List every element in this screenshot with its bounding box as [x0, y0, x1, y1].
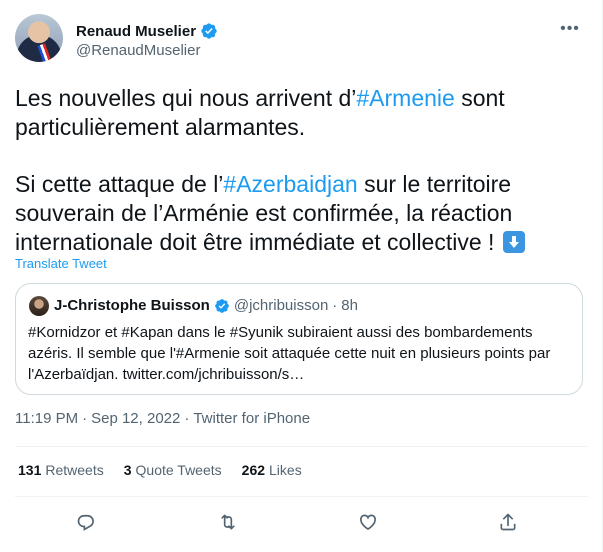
like-button[interactable]: [354, 508, 382, 536]
quoted-separator: ·: [332, 297, 338, 314]
more-options-icon[interactable]: •••: [559, 20, 581, 40]
quoted-timestamp: 8h: [341, 297, 358, 314]
tweet-source-link[interactable]: Twitter for iPhone: [193, 410, 310, 427]
share-icon: [500, 513, 516, 531]
tweet-date[interactable]: Sep 12, 2022: [91, 410, 180, 427]
engagement-stats: 131 Retweets 3 Quote Tweets 262 Likes: [18, 462, 302, 478]
meta-separator: ·: [184, 410, 190, 427]
divider: [15, 446, 588, 447]
retweet-icon: [221, 514, 235, 530]
quote-tweets-stat[interactable]: 3 Quote Tweets: [124, 462, 222, 478]
like-icon: [360, 514, 376, 531]
quoted-author-name: J-Christophe Buisson: [54, 297, 210, 314]
hashtag-link[interactable]: #Azerbaidjan: [223, 171, 357, 197]
verified-badge-icon: [215, 298, 229, 313]
quoted-header: J-Christophe Buisson @jchribuisson · 8h: [54, 297, 358, 314]
tweet-detail: Renaud Muselier @RenaudMuselier ••• Les …: [0, 0, 603, 552]
likes-label: Likes: [269, 462, 302, 478]
quote-tweets-count: 3: [123, 462, 132, 478]
likes-count: 262: [241, 462, 266, 478]
author-display-name[interactable]: Renaud Muselier: [76, 23, 196, 40]
tweet-text-segment: Les nouvelles qui nous arrivent d’: [15, 85, 357, 111]
quoted-tweet-card[interactable]: J-Christophe Buisson @jchribuisson · 8h …: [15, 283, 583, 395]
retweets-label: Retweets: [45, 462, 104, 478]
retweet-button[interactable]: [214, 508, 242, 536]
tweet-text-segment: Si cette attaque de l’: [15, 171, 224, 197]
reply-button[interactable]: [72, 508, 100, 536]
quoted-tweet-text: #Kornidzor et #Kapan dans le #Syunik sub…: [28, 324, 551, 383]
author-handle[interactable]: @RenaudMuselier: [76, 42, 200, 59]
meta-separator: ·: [82, 410, 88, 427]
divider: [15, 496, 588, 497]
retweets-stat[interactable]: 131 Retweets: [18, 462, 104, 478]
quoted-avatar: [29, 296, 49, 316]
quote-tweets-label: Quote Tweets: [135, 462, 222, 478]
quoted-author-handle: @jchribuisson: [233, 297, 329, 314]
hashtag-link[interactable]: #Armenie: [356, 85, 454, 111]
author-name-row: Renaud Muselier: [76, 22, 218, 40]
likes-stat[interactable]: 262 Likes: [242, 462, 302, 478]
tweet-text-paragraph-1: Les nouvelles qui nous arrivent d’#Armen…: [15, 84, 585, 142]
retweets-count: 131: [18, 462, 42, 478]
translate-tweet-link[interactable]: Translate Tweet: [15, 256, 107, 271]
avatar[interactable]: [15, 14, 63, 62]
verified-badge-icon: [201, 23, 217, 39]
tweet-time[interactable]: 11:19 PM: [15, 410, 78, 427]
share-button[interactable]: [494, 508, 522, 536]
tweet-text-paragraph-2: Si cette attaque de l’#Azerbaidjan sur l…: [15, 170, 585, 257]
reply-icon: [77, 514, 94, 531]
down-arrow-icon: [502, 231, 525, 253]
tweet-metadata: 11:19 PM · Sep 12, 2022 · Twitter for iP…: [15, 410, 310, 427]
